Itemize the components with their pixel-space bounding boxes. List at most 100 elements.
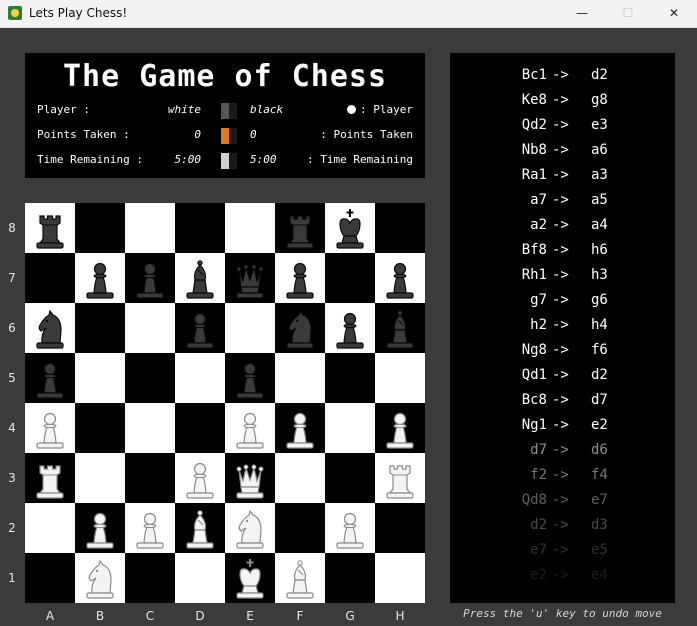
- square-b3[interactable]: [75, 453, 125, 503]
- white-pawn-icon[interactable]: [25, 403, 75, 453]
- square-b6[interactable]: [75, 303, 125, 353]
- square-f4[interactable]: [275, 403, 325, 453]
- square-a3[interactable]: [25, 453, 75, 503]
- square-b1[interactable]: [75, 553, 125, 603]
- black-rook-icon[interactable]: [275, 203, 325, 253]
- square-c7[interactable]: [125, 253, 175, 303]
- black-pawn-icon[interactable]: [75, 253, 125, 303]
- square-e6[interactable]: [225, 303, 275, 353]
- move-entry[interactable]: f2 -> f4: [450, 467, 675, 489]
- black-queen-icon[interactable]: [225, 253, 275, 303]
- square-b2[interactable]: [75, 503, 125, 553]
- square-f1[interactable]: [275, 553, 325, 603]
- black-bishop-icon[interactable]: [375, 303, 425, 353]
- square-a6[interactable]: [25, 303, 75, 353]
- white-rook-icon[interactable]: [25, 453, 75, 503]
- square-d4[interactable]: [175, 403, 225, 453]
- square-a2[interactable]: [25, 503, 75, 553]
- black-rook-icon[interactable]: [25, 203, 75, 253]
- move-entry[interactable]: Qd8 -> e7: [450, 492, 675, 514]
- close-button[interactable]: ✕: [651, 0, 697, 27]
- square-d6[interactable]: [175, 303, 225, 353]
- square-g4[interactable]: [325, 403, 375, 453]
- square-a5[interactable]: [25, 353, 75, 403]
- square-h5[interactable]: [375, 353, 425, 403]
- square-c8[interactable]: [125, 203, 175, 253]
- move-entry[interactable]: Qd1 -> d2: [450, 367, 675, 389]
- square-f8[interactable]: [275, 203, 325, 253]
- square-f7[interactable]: [275, 253, 325, 303]
- black-pawn-icon[interactable]: [25, 353, 75, 403]
- square-h6[interactable]: [375, 303, 425, 353]
- move-entry[interactable]: d7 -> d6: [450, 442, 675, 464]
- white-rook-icon[interactable]: [375, 453, 425, 503]
- square-c5[interactable]: [125, 353, 175, 403]
- square-a8[interactable]: [25, 203, 75, 253]
- square-a1[interactable]: [25, 553, 75, 603]
- square-f6[interactable]: [275, 303, 325, 353]
- square-c2[interactable]: [125, 503, 175, 553]
- white-bishop-icon[interactable]: [175, 503, 225, 553]
- square-h1[interactable]: [375, 553, 425, 603]
- square-h2[interactable]: [375, 503, 425, 553]
- square-e5[interactable]: [225, 353, 275, 403]
- black-bishop-icon[interactable]: [175, 253, 225, 303]
- square-d3[interactable]: [175, 453, 225, 503]
- white-pawn-icon[interactable]: [125, 503, 175, 553]
- black-pawn-icon[interactable]: [275, 253, 325, 303]
- move-entry[interactable]: Ra1 -> a3: [450, 167, 675, 189]
- square-c3[interactable]: [125, 453, 175, 503]
- square-f5[interactable]: [275, 353, 325, 403]
- black-pawn-icon[interactable]: [125, 253, 175, 303]
- move-entry[interactable]: e7 -> e5: [450, 542, 675, 564]
- white-queen-icon[interactable]: [225, 453, 275, 503]
- move-entry[interactable]: Rh1 -> h3: [450, 267, 675, 289]
- white-pawn-icon[interactable]: [225, 403, 275, 453]
- square-h8[interactable]: [375, 203, 425, 253]
- square-d7[interactable]: [175, 253, 225, 303]
- square-d5[interactable]: [175, 353, 225, 403]
- move-entry[interactable]: Ke8 -> g8: [450, 92, 675, 114]
- square-c1[interactable]: [125, 553, 175, 603]
- move-entry[interactable]: a2 -> a4: [450, 217, 675, 239]
- black-pawn-icon[interactable]: [325, 303, 375, 353]
- square-g2[interactable]: [325, 503, 375, 553]
- move-entry[interactable]: Bc1 -> d2: [450, 67, 675, 89]
- square-e4[interactable]: [225, 403, 275, 453]
- square-b4[interactable]: [75, 403, 125, 453]
- square-e8[interactable]: [225, 203, 275, 253]
- square-a7[interactable]: [25, 253, 75, 303]
- white-knight-icon[interactable]: [225, 503, 275, 553]
- square-c6[interactable]: [125, 303, 175, 353]
- black-knight-icon[interactable]: [25, 303, 75, 353]
- minimize-button[interactable]: —: [559, 0, 605, 27]
- white-pawn-icon[interactable]: [325, 503, 375, 553]
- square-g6[interactable]: [325, 303, 375, 353]
- white-pawn-icon[interactable]: [275, 403, 325, 453]
- square-g5[interactable]: [325, 353, 375, 403]
- move-entry[interactable]: Ng8 -> f6: [450, 342, 675, 364]
- white-bishop-icon[interactable]: [275, 553, 325, 603]
- maximize-button[interactable]: ☐: [605, 0, 651, 27]
- white-pawn-icon[interactable]: [375, 403, 425, 453]
- move-entry[interactable]: Nb8 -> a6: [450, 142, 675, 164]
- move-entry[interactable]: e2 -> e4: [450, 567, 675, 589]
- square-f3[interactable]: [275, 453, 325, 503]
- black-king-icon[interactable]: [325, 203, 375, 253]
- move-entry[interactable]: g7 -> g6: [450, 292, 675, 314]
- square-d8[interactable]: [175, 203, 225, 253]
- move-entry[interactable]: Qd2 -> e3: [450, 117, 675, 139]
- white-pawn-icon[interactable]: [75, 503, 125, 553]
- square-d1[interactable]: [175, 553, 225, 603]
- move-entry[interactable]: Bf8 -> h6: [450, 242, 675, 264]
- square-e2[interactable]: [225, 503, 275, 553]
- square-g7[interactable]: [325, 253, 375, 303]
- square-a4[interactable]: [25, 403, 75, 453]
- black-pawn-icon[interactable]: [225, 353, 275, 403]
- move-entry[interactable]: Ng1 -> e2: [450, 417, 675, 439]
- move-entry[interactable]: d2 -> d3: [450, 517, 675, 539]
- white-pawn-icon[interactable]: [175, 453, 225, 503]
- square-g3[interactable]: [325, 453, 375, 503]
- square-g8[interactable]: [325, 203, 375, 253]
- move-entry[interactable]: h2 -> h4: [450, 317, 675, 339]
